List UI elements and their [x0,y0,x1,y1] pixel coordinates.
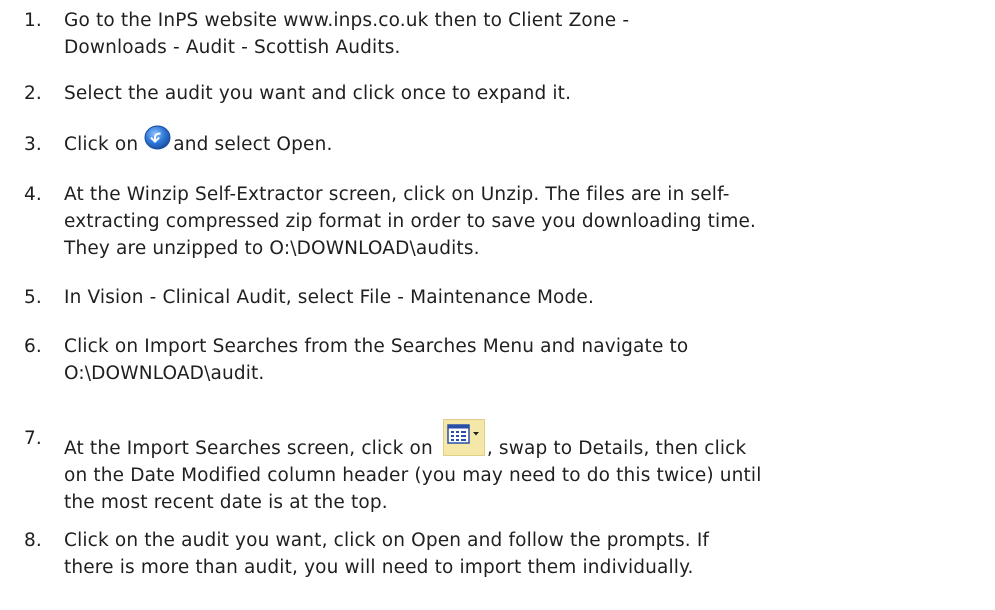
step-text: In Vision - Clinical Audit, select File … [64,284,984,311]
step-number: 5. [24,287,42,308]
step-line: Click on Import Searches from the Search… [64,336,689,357]
step-number: 8. [24,530,42,551]
step-5: 5. In Vision - Clinical Audit, select Fi… [24,284,984,311]
step-6: 6. Click on Import Searches from the Sea… [24,333,984,387]
step-line: O:\DOWNLOAD\audit. [64,363,265,384]
step-8: 8. Click on the audit you want, click on… [24,527,984,581]
step-1: 1. Go to the InPS website www.inps.co.uk… [24,7,984,61]
step-line: Click on and select Open. [64,125,984,158]
step-line: Click on the audit you want, click on Op… [64,530,710,551]
step-text: Select the audit you want and click once… [64,80,984,107]
step-number: 3. [24,134,42,155]
step-2: 2. Select the audit you want and click o… [24,80,984,107]
step-number: 1. [24,10,42,31]
step-text-after-icon: and select Open. [173,134,333,155]
step-line: Select the audit you want and click once… [64,83,572,104]
step-text-before-icon: Click on [64,134,145,155]
step-number: 4. [24,184,42,205]
step-7: 7. At the Import Searches screen, click … [24,419,984,516]
step-text: Click on and select Open. [64,125,984,158]
step-text: At the Winzip Self-Extractor screen, cli… [64,181,984,262]
step-line: At the Winzip Self-Extractor screen, cli… [64,184,730,205]
step-line: the most recent date is at the top. [64,492,388,513]
step-line: extracting compressed zip format in orde… [64,211,757,232]
step-line: In Vision - Clinical Audit, select File … [64,287,594,308]
step-line: there is more than audit, you will need … [64,557,694,578]
step-line: Go to the InPS website www.inps.co.uk th… [64,10,630,31]
step-number: 7. [24,428,42,449]
blue-back-arrow-icon [144,125,171,150]
step-line: They are unzipped to O:\DOWNLOAD\audits. [64,238,480,259]
step-line: Downloads - Audit - Scottish Audits. [64,37,401,58]
step-line: At the Import Searches screen, click on [64,419,984,462]
step-text: At the Import Searches screen, click on [64,419,984,516]
step-text-before-icon: At the Import Searches screen, click on [64,438,439,459]
step-text: Click on Import Searches from the Search… [64,333,984,387]
step-3: 3. Click on and select Open. [24,125,984,158]
step-text: Go to the InPS website www.inps.co.uk th… [64,7,984,61]
step-text-after-icon: , swap to Details, then click [486,438,747,459]
instructions-document: 1. Go to the InPS website www.inps.co.uk… [0,0,995,610]
step-number: 6. [24,336,42,357]
step-line: on the Date Modified column header (you … [64,465,762,486]
step-number: 2. [24,83,42,104]
step-4: 4. At the Winzip Self-Extractor screen, … [24,181,984,262]
step-text: Click on the audit you want, click on Op… [64,527,984,581]
view-menu-icon [442,419,485,456]
